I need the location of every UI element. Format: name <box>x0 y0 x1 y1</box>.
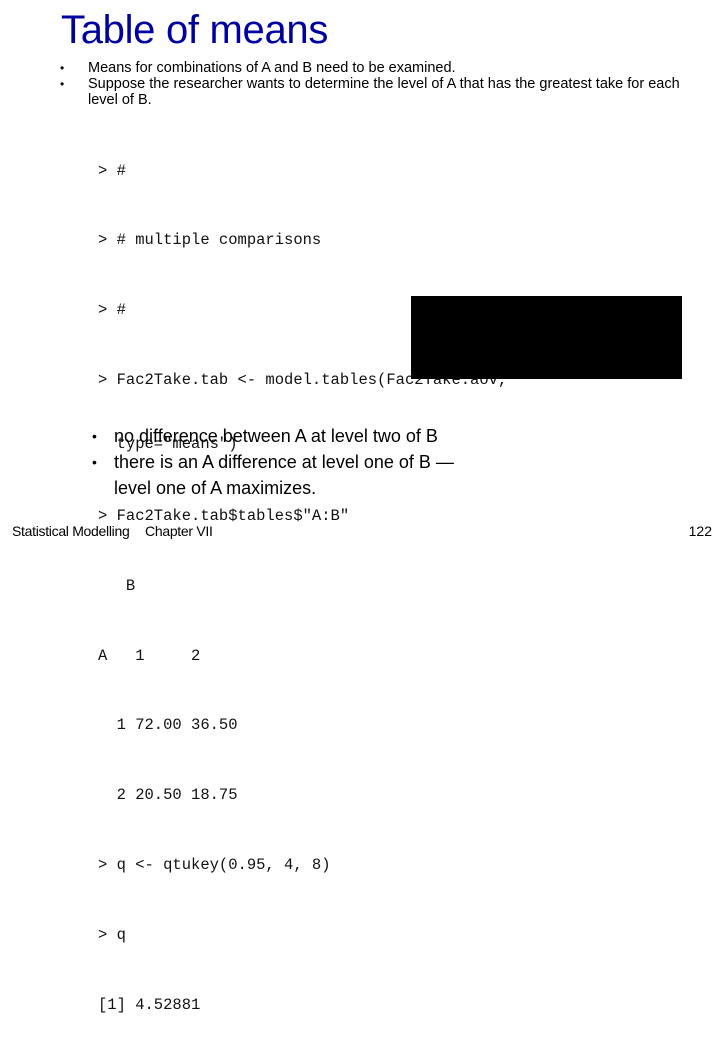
code-line: > # <box>98 161 126 180</box>
conclusion-continuation: level one of A maximizes. <box>92 475 454 501</box>
conclusion-text: no difference between A at level two of … <box>114 426 438 446</box>
bullet-text: Suppose the researcher wants to determin… <box>88 76 680 108</box>
output-line: A 1 2 <box>98 646 201 665</box>
code-line: > q <- qtukey(0.95, 4, 8) <box>98 856 331 875</box>
conclusion-list: • no difference between A at level two o… <box>92 423 454 501</box>
bullet-marker: • <box>92 428 97 444</box>
r-code-block: > # > # multiple comparisons > # > Fac2T… <box>98 113 507 1041</box>
bullet-marker: • <box>60 61 65 75</box>
bullet-list: • Means for combinations of A and B need… <box>60 60 700 108</box>
code-line: > # multiple comparisons <box>98 231 322 250</box>
output-line: B <box>98 576 136 595</box>
footer-chapter: Chapter VII <box>145 523 213 539</box>
slide-title: Table of means <box>61 8 329 52</box>
conclusion-text: there is an A difference at level one of… <box>114 452 454 472</box>
bullet-text: Means for combinations of A and B need t… <box>88 60 456 76</box>
page-number: 122 <box>688 523 712 539</box>
output-line: 1 72.00 36.50 <box>98 716 238 735</box>
bullet-item: • Suppose the researcher wants to determ… <box>60 76 700 108</box>
footer-course: Statistical Modelling <box>12 523 130 539</box>
footer: Statistical Modelling Chapter VII <box>12 523 225 539</box>
conclusion-text: level one of A maximizes. <box>114 478 317 498</box>
code-line: > q <box>98 926 126 945</box>
redaction-box <box>411 296 682 379</box>
bullet-marker: • <box>60 77 65 91</box>
conclusion-item: • there is an A difference at level one … <box>92 449 454 475</box>
output-line: 2 20.50 18.75 <box>98 786 238 805</box>
output-line: [1] 4.52881 <box>98 995 201 1014</box>
bullet-item: • Means for combinations of A and B need… <box>60 60 700 76</box>
conclusion-item: • no difference between A at level two o… <box>92 423 454 449</box>
bullet-marker: • <box>92 454 97 470</box>
